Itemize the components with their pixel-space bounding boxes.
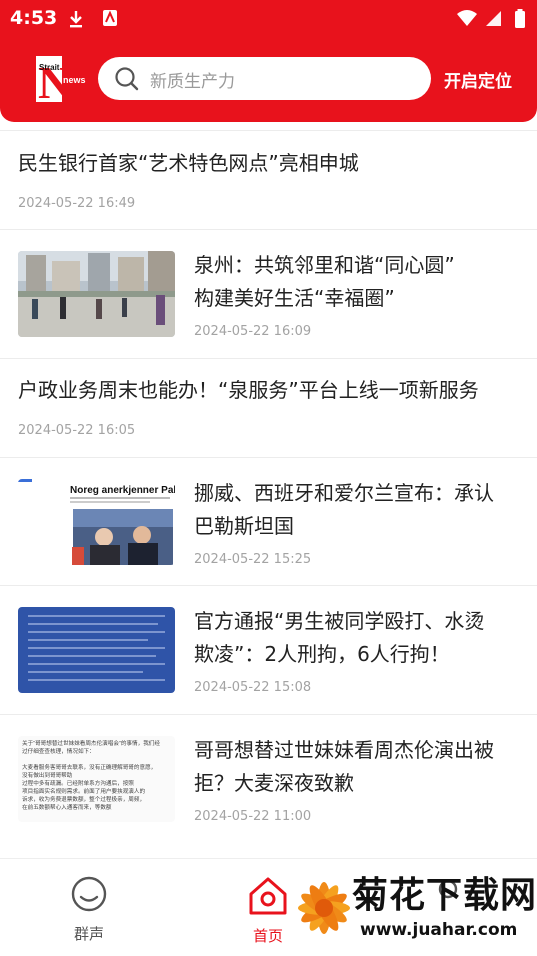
status-time: 4:53 — [10, 7, 58, 29]
watermark-url: www.juahar.com — [360, 920, 518, 940]
news-date: 2024-05-22 16:49 — [18, 196, 136, 211]
search-icon — [114, 66, 140, 96]
news-item[interactable]: 户政业务周末也能办！“泉服务”平台上线一项新服务 2024-05-22 16:0… — [0, 359, 537, 458]
news-item[interactable]: 关于“哥哥想替过世妹妹看周杰伦演唱会”的事情，我们经 过仔细查查核理，情况如下：… — [0, 715, 537, 858]
news-title-line2: 构建美好生活“幸福圈” — [194, 286, 395, 310]
news-title-line1: 官方通报“男生被同学殴打、水烫 — [194, 609, 485, 633]
flower-logo-icon — [292, 864, 356, 956]
news-title: 民生银行首家“艺术特色网点”亮相申城 — [18, 151, 359, 175]
news-item[interactable]: Noreg anerkjenner Palestina 挪威、西班牙和爱尔兰宣布… — [0, 458, 537, 586]
status-bar: 4:53 — [0, 0, 537, 38]
news-thumbnail: 关于“哥哥想替过世妹妹看周杰伦演唱会”的事情，我们经 过仔细查查核理，情况如下：… — [18, 736, 175, 822]
site-watermark: 菊花下载网 www.juahar.com — [292, 862, 537, 956]
home-icon — [246, 877, 290, 921]
news-title: 户政业务周末也能办！“泉服务”平台上线一项新服务 — [18, 378, 479, 402]
news-item[interactable]: 官方通报“男生被同学殴打、水烫 欺凌”：2人刑拘，6人行拘！ 2024-05-2… — [0, 586, 537, 715]
notification-app-icon — [102, 9, 118, 31]
enable-location-button[interactable]: 开启定位 — [444, 67, 512, 92]
svg-text:Strait: Strait — [39, 63, 60, 72]
svg-text:news: news — [63, 75, 86, 85]
battery-icon — [514, 9, 526, 33]
news-thumbnail — [18, 607, 175, 693]
app-header: 4:53 N Strait news 新质生产力 开启定位 — [0, 0, 537, 122]
news-thumbnail — [18, 251, 175, 337]
wifi-icon — [456, 9, 478, 31]
news-item[interactable]: 泉州：共筑邻里和谐“同心圆” 构建美好生活“幸福圈” 2024-05-22 16… — [0, 230, 537, 359]
watermark-title: 菊花下载网 — [352, 875, 537, 916]
download-icon — [68, 9, 84, 33]
news-date: 2024-05-22 11:00 — [194, 809, 312, 824]
news-date: 2024-05-22 16:09 — [194, 324, 312, 339]
news-date: 2024-05-22 16:05 — [18, 423, 136, 438]
news-title-line1: 泉州：共筑邻里和谐“同心圆” — [194, 253, 455, 277]
svg-text:Noreg anerkjenner Palestina: Noreg anerkjenner Palestina — [70, 485, 175, 496]
signal-icon — [484, 9, 502, 31]
nav-item-qunsheng[interactable]: 群声 — [49, 875, 129, 944]
app-logo: N Strait news — [36, 56, 88, 108]
news-title-line1: 哥哥想替过世妹妹看周杰伦演出被 — [194, 738, 494, 762]
nav-label: 群声 — [73, 925, 104, 943]
news-title-line1: 挪威、西班牙和爱尔兰宣布：承认 — [194, 481, 494, 505]
news-thumbnail: Noreg anerkjenner Palestina — [18, 479, 175, 565]
news-title-line2: 拒？大麦深夜致歉 — [194, 771, 354, 795]
news-item[interactable]: 民生银行首家“艺术特色网点”亮相申城 2024-05-22 16:49 — [0, 130, 537, 230]
news-title-line2: 巴勒斯坦国 — [194, 514, 294, 538]
news-date: 2024-05-22 15:25 — [194, 552, 312, 567]
news-title-line2: 欺凌”：2人刑拘，6人行拘！ — [194, 642, 450, 666]
search-placeholder: 新质生产力 — [150, 72, 235, 92]
chat-bubble-icon — [69, 876, 109, 919]
search-input[interactable]: 新质生产力 — [98, 57, 431, 100]
news-date: 2024-05-22 15:08 — [194, 680, 312, 695]
